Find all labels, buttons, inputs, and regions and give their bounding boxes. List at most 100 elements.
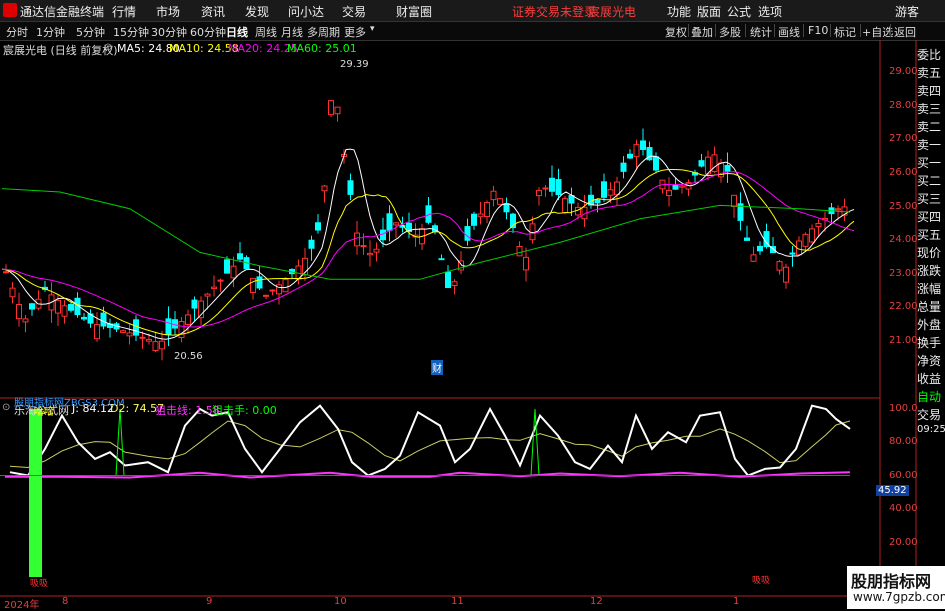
indicator-jujixian: 狙击线: 1.58 (155, 404, 220, 417)
tab-60min[interactable]: 60分钟 (190, 24, 226, 40)
guest-label[interactable]: 游客 (895, 3, 919, 20)
menu-caifu[interactable]: 财富圈 (396, 3, 432, 20)
current-stock-name: 宸展光电 (588, 5, 637, 19)
panel-outer[interactable]: 外盘 (917, 316, 945, 333)
panel-net-asset[interactable]: 净资 (917, 352, 945, 369)
btn-back[interactable]: 返回 (894, 24, 916, 40)
title-bar: 通达信金融终端 行情 市场 资讯 发现 问小达 交易 财富圈 证券交易未登录 宸… (0, 0, 945, 22)
menu-gongneng[interactable]: 功能 (667, 3, 691, 20)
date-tick: 8 (62, 596, 69, 607)
price-tick: 25.00 (889, 201, 918, 212)
panel-buy4[interactable]: 买四 (917, 208, 945, 225)
date-tick: 10 (334, 596, 347, 607)
chart-title: 宸展光电 (日线 前复权) (3, 44, 118, 57)
date-tick: 9 (206, 596, 213, 607)
panel-sell2[interactable]: 卖二 (917, 118, 945, 135)
divider (745, 24, 746, 37)
btn-fuquan[interactable]: 复权 (665, 24, 687, 40)
price-tick: 22.00 (889, 301, 918, 312)
panel-buy5[interactable]: 买五 (917, 226, 945, 243)
tab-monthly[interactable]: 月线 (281, 24, 303, 40)
menu-faxian[interactable]: 发现 (245, 3, 269, 20)
panel-buy3[interactable]: 买三 (917, 190, 945, 207)
panel-volume[interactable]: 总量 (917, 298, 945, 315)
divider (830, 24, 831, 37)
divider (803, 24, 804, 37)
menu-gongshi[interactable]: 公式 (727, 3, 751, 20)
app-name: 通达信金融终端 (20, 5, 105, 19)
indicator-jujishou: 狙击手: 0.00 (212, 404, 277, 417)
tab-15min[interactable]: 15分钟 (113, 24, 149, 40)
watermark: 股朋指标网 www.7gpzb.com (847, 566, 945, 609)
price-tick: 24.00 (889, 234, 918, 245)
panel-change[interactable]: 涨跌 (917, 262, 945, 279)
watermark-line2: www.7gpzb.com (853, 590, 945, 604)
panel-price[interactable]: 现价 (917, 244, 945, 261)
price-tick: 23.00 (889, 268, 918, 279)
menu-shichang[interactable]: 市场 (156, 3, 180, 20)
divider (715, 24, 716, 37)
panel-sell5[interactable]: 卖五 (917, 64, 945, 81)
menu-zixun[interactable]: 资讯 (201, 3, 225, 20)
app-logo-icon (3, 3, 17, 17)
kline-chart[interactable] (0, 0, 945, 609)
tab-fenshi[interactable]: 分时 (6, 24, 28, 40)
tab-30min[interactable]: 30分钟 (151, 24, 187, 40)
divider (774, 24, 775, 37)
indicator-tick: 100.0 (889, 403, 918, 414)
date-tick: 1 (733, 596, 740, 607)
tab-multi-period[interactable]: 多周期 (307, 24, 340, 40)
btn-tongji[interactable]: 统计 (750, 24, 772, 40)
divider (860, 24, 861, 37)
low-price-label: 20.56 (174, 351, 203, 362)
indicator-gear-icon[interactable]: ⊙ (2, 402, 10, 413)
panel-change-pct[interactable]: 涨幅 (917, 280, 945, 297)
panel-buy2[interactable]: 买二 (917, 172, 945, 189)
price-tick: 29.00 (889, 66, 918, 77)
date-tick: 11 (451, 596, 464, 607)
trade-login-warning[interactable]: 证券交易未登录 (512, 3, 596, 20)
panel-trade[interactable]: 交易 (917, 406, 945, 423)
menu-banmian[interactable]: 版面 (697, 3, 721, 20)
settings-gear-icon[interactable]: ⊙ (104, 42, 112, 53)
menu-wenxiaoda[interactable]: 问小达 (288, 3, 324, 20)
indicator-current-value: 45.92 (876, 485, 909, 496)
site-label: 股朋指标网ZBGS3.COM (14, 398, 125, 409)
price-tick: 21.00 (889, 335, 918, 346)
indicator-tick: 80.00 (889, 436, 918, 447)
panel-buy1[interactable]: 买一 (917, 154, 945, 171)
panel-time: 09:25 (917, 424, 945, 435)
tab-weekly[interactable]: 周线 (255, 24, 277, 40)
indicator-tick: 20.00 (889, 537, 918, 548)
panel-sell3[interactable]: 卖三 (917, 100, 945, 117)
btn-biaoji[interactable]: 标记 (834, 24, 856, 40)
indicator-tick: 60.00 (889, 470, 918, 481)
period-toolbar: 分时 1分钟 5分钟 15分钟 30分钟 60分钟 日线 周线 月线 多周期 更… (0, 22, 945, 41)
menu-xuanxiang[interactable]: 选项 (758, 3, 782, 20)
price-tick: 27.00 (889, 133, 918, 144)
panel-auto[interactable]: 自动 (917, 388, 945, 405)
haha-label: 哈哈 (34, 407, 54, 418)
indicator-tick: 40.00 (889, 503, 918, 514)
menu-hangqing[interactable]: 行情 (112, 3, 136, 20)
btn-add-watchlist[interactable]: +自选 (862, 24, 893, 40)
more-chevron-icon[interactable]: ▾ (370, 24, 375, 34)
ma60-value: MA60: 25.01 (287, 42, 357, 55)
price-tick: 28.00 (889, 100, 918, 111)
tab-daily[interactable]: 日线 (226, 24, 248, 40)
panel-sell1[interactable]: 卖一 (917, 136, 945, 153)
tab-1min[interactable]: 1分钟 (36, 24, 65, 40)
divider (688, 24, 689, 37)
finance-marker[interactable]: 财 (431, 360, 443, 375)
btn-f10[interactable]: F10 (808, 24, 828, 37)
btn-huaxian[interactable]: 画线 (778, 24, 800, 40)
btn-duogu[interactable]: 多股 (719, 24, 741, 40)
panel-sell4[interactable]: 卖四 (917, 82, 945, 99)
panel-earnings[interactable]: 收益 (917, 370, 945, 387)
panel-turnover[interactable]: 换手 (917, 334, 945, 351)
menu-jiaoyi[interactable]: 交易 (342, 3, 366, 20)
panel-weibi[interactable]: 委比 (917, 46, 945, 63)
tab-5min[interactable]: 5分钟 (76, 24, 105, 40)
tab-more[interactable]: 更多 (344, 24, 366, 40)
btn-diejia[interactable]: 叠加 (691, 24, 713, 40)
